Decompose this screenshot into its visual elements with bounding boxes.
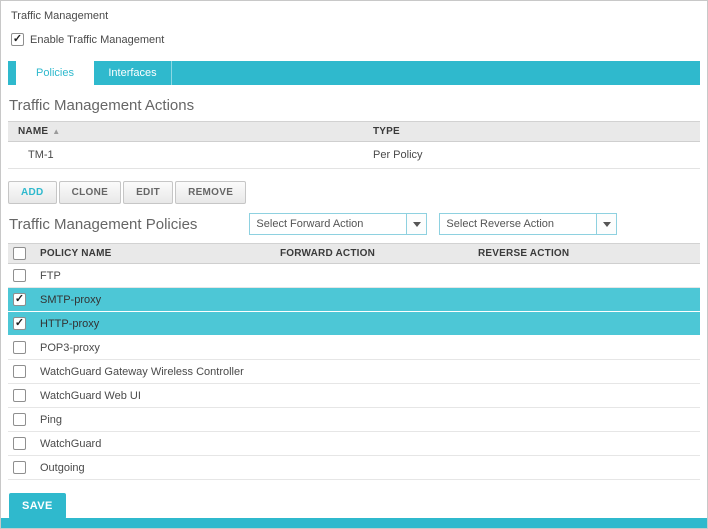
action-type: Per Policy: [363, 149, 700, 161]
forward-action-select[interactable]: Select Forward Action: [249, 213, 427, 235]
actions-section-title: Traffic Management Actions: [9, 97, 707, 114]
column-header-reverse-action[interactable]: REVERSE ACTION: [476, 248, 700, 259]
tab-interfaces[interactable]: Interfaces: [94, 61, 172, 85]
policies-header-row: Traffic Management Policies Select Forwa…: [8, 213, 700, 235]
tab-bar: Policies Interfaces: [8, 61, 700, 85]
column-header-policy-name[interactable]: POLICY NAME: [38, 248, 278, 259]
policy-row[interactable]: WatchGuard Web UI: [8, 384, 700, 408]
column-header-forward-action[interactable]: FORWARD ACTION: [278, 248, 476, 259]
policy-row[interactable]: SMTP-proxy: [8, 288, 700, 312]
action-name: TM-1: [8, 149, 363, 161]
chevron-down-icon[interactable]: [596, 214, 616, 234]
policy-row[interactable]: Ping: [8, 408, 700, 432]
select-all-cell: [8, 247, 38, 260]
policy-checkbox[interactable]: [13, 413, 26, 426]
policy-check-cell: [8, 437, 38, 450]
policies-table-header: POLICY NAME FORWARD ACTION REVERSE ACTIO…: [8, 243, 700, 264]
policy-name: POP3-proxy: [38, 342, 278, 354]
policy-check-cell: [8, 389, 38, 402]
actions-table-header: NAME ▲ TYPE: [8, 121, 700, 142]
policy-check-cell: [8, 341, 38, 354]
policy-row[interactable]: Outgoing: [8, 456, 700, 480]
column-header-name[interactable]: NAME ▲: [8, 126, 363, 137]
policies-table: POLICY NAME FORWARD ACTION REVERSE ACTIO…: [8, 243, 700, 480]
policy-check-cell: [8, 269, 38, 282]
policy-check-cell: [8, 293, 38, 306]
policy-name: Ping: [38, 414, 278, 426]
policy-check-cell: [8, 317, 38, 330]
policy-name: HTTP-proxy: [38, 318, 278, 330]
policy-checkbox[interactable]: [13, 437, 26, 450]
policies-section-title: Traffic Management Policies: [9, 216, 197, 233]
policy-name: WatchGuard: [38, 438, 278, 450]
forward-action-value: Select Forward Action: [250, 214, 406, 234]
policy-checkbox[interactable]: [13, 269, 26, 282]
policy-checkbox[interactable]: [13, 461, 26, 474]
policy-name: WatchGuard Web UI: [38, 390, 278, 402]
policy-row[interactable]: WatchGuard: [8, 432, 700, 456]
policy-row[interactable]: HTTP-proxy: [8, 312, 700, 336]
sort-asc-icon: ▲: [52, 127, 60, 136]
policy-name: WatchGuard Gateway Wireless Controller: [38, 366, 278, 378]
enable-label: Enable Traffic Management: [30, 34, 164, 46]
policy-check-cell: [8, 365, 38, 378]
select-all-checkbox[interactable]: [13, 247, 26, 260]
enable-checkbox[interactable]: [11, 33, 24, 46]
policy-checkbox[interactable]: [13, 389, 26, 402]
policy-name: FTP: [38, 270, 278, 282]
policy-checkbox[interactable]: [13, 341, 26, 354]
reverse-action-value: Select Reverse Action: [440, 214, 596, 234]
policy-checkbox[interactable]: [13, 317, 26, 330]
policy-row[interactable]: WatchGuard Gateway Wireless Controller: [8, 360, 700, 384]
page-title: Traffic Management: [11, 10, 707, 22]
policy-name: Outgoing: [38, 462, 278, 474]
save-button[interactable]: SAVE: [9, 493, 66, 519]
enable-traffic-management-row[interactable]: Enable Traffic Management: [11, 33, 707, 46]
actions-toolbar: ADD CLONE EDIT REMOVE: [8, 181, 700, 204]
actions-table: NAME ▲ TYPE TM-1 Per Policy: [8, 121, 700, 169]
edit-button[interactable]: EDIT: [123, 181, 173, 204]
chevron-down-icon[interactable]: [406, 214, 426, 234]
column-name-label: NAME: [18, 126, 48, 137]
reverse-action-select[interactable]: Select Reverse Action: [439, 213, 617, 235]
policy-check-cell: [8, 461, 38, 474]
policy-row[interactable]: POP3-proxy: [8, 336, 700, 360]
tab-policies[interactable]: Policies: [16, 61, 94, 85]
clone-button[interactable]: CLONE: [59, 181, 122, 204]
policy-checkbox[interactable]: [13, 365, 26, 378]
remove-button[interactable]: REMOVE: [175, 181, 246, 204]
add-button[interactable]: ADD: [8, 181, 57, 204]
column-header-type[interactable]: TYPE: [363, 126, 700, 137]
policy-checkbox[interactable]: [13, 293, 26, 306]
policy-row[interactable]: FTP: [8, 264, 700, 288]
policy-check-cell: [8, 413, 38, 426]
bottom-accent-bar: [1, 518, 707, 528]
action-row[interactable]: TM-1 Per Policy: [8, 142, 700, 169]
policy-name: SMTP-proxy: [38, 294, 278, 306]
traffic-management-page: Traffic Management Enable Traffic Manage…: [0, 0, 708, 529]
